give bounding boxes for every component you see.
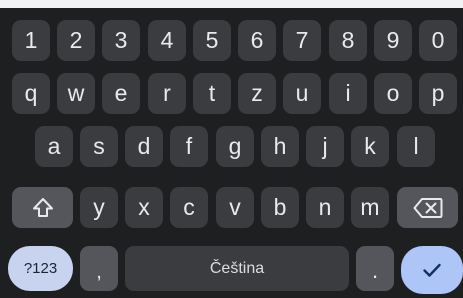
key-4[interactable]: 4 xyxy=(148,20,186,61)
key-a[interactable]: a xyxy=(35,126,73,167)
key-x[interactable]: x xyxy=(125,187,163,228)
key-w[interactable]: w xyxy=(57,73,95,114)
key-y[interactable]: y xyxy=(80,187,118,228)
key-2[interactable]: 2 xyxy=(57,20,95,61)
key-b[interactable]: b xyxy=(261,187,299,228)
comma-key[interactable]: , xyxy=(80,246,118,291)
key-0[interactable]: 0 xyxy=(419,20,457,61)
key-k[interactable]: k xyxy=(351,126,389,167)
key-e[interactable]: e xyxy=(102,73,140,114)
key-h[interactable]: h xyxy=(261,126,299,167)
key-q[interactable]: q xyxy=(12,73,50,114)
key-d[interactable]: d xyxy=(125,126,163,167)
key-9[interactable]: 9 xyxy=(374,20,412,61)
shift-arrow-icon xyxy=(31,196,55,220)
key-l[interactable]: l xyxy=(397,126,435,167)
key-z[interactable]: z xyxy=(238,73,276,114)
key-r[interactable]: r xyxy=(148,73,186,114)
key-t[interactable]: t xyxy=(193,73,231,114)
enter-key[interactable] xyxy=(401,246,463,294)
key-p[interactable]: p xyxy=(419,73,457,114)
key-6[interactable]: 6 xyxy=(238,20,276,61)
key-o[interactable]: o xyxy=(374,73,412,114)
key-1[interactable]: 1 xyxy=(12,20,50,61)
key-u[interactable]: u xyxy=(283,73,321,114)
space-bar[interactable]: Čeština xyxy=(125,246,349,291)
key-v[interactable]: v xyxy=(216,187,254,228)
key-j[interactable]: j xyxy=(306,126,344,167)
shift-key[interactable] xyxy=(12,187,73,228)
backspace-key[interactable] xyxy=(397,187,458,228)
backspace-icon xyxy=(413,197,443,219)
key-5[interactable]: 5 xyxy=(193,20,231,61)
key-8[interactable]: 8 xyxy=(329,20,367,61)
checkmark-icon xyxy=(420,258,444,282)
key-7[interactable]: 7 xyxy=(283,20,321,61)
key-c[interactable]: c xyxy=(170,187,208,228)
symbols-key[interactable]: ?123 xyxy=(8,246,73,291)
keyboard: 1 2 3 4 5 6 7 8 9 0 q w e r t z u i o p … xyxy=(0,8,463,298)
key-i[interactable]: i xyxy=(329,73,367,114)
key-g[interactable]: g xyxy=(216,126,254,167)
key-3[interactable]: 3 xyxy=(102,20,140,61)
key-s[interactable]: s xyxy=(80,126,118,167)
key-n[interactable]: n xyxy=(306,187,344,228)
key-m[interactable]: m xyxy=(351,187,389,228)
period-key[interactable]: . xyxy=(356,246,394,291)
key-f[interactable]: f xyxy=(170,126,208,167)
